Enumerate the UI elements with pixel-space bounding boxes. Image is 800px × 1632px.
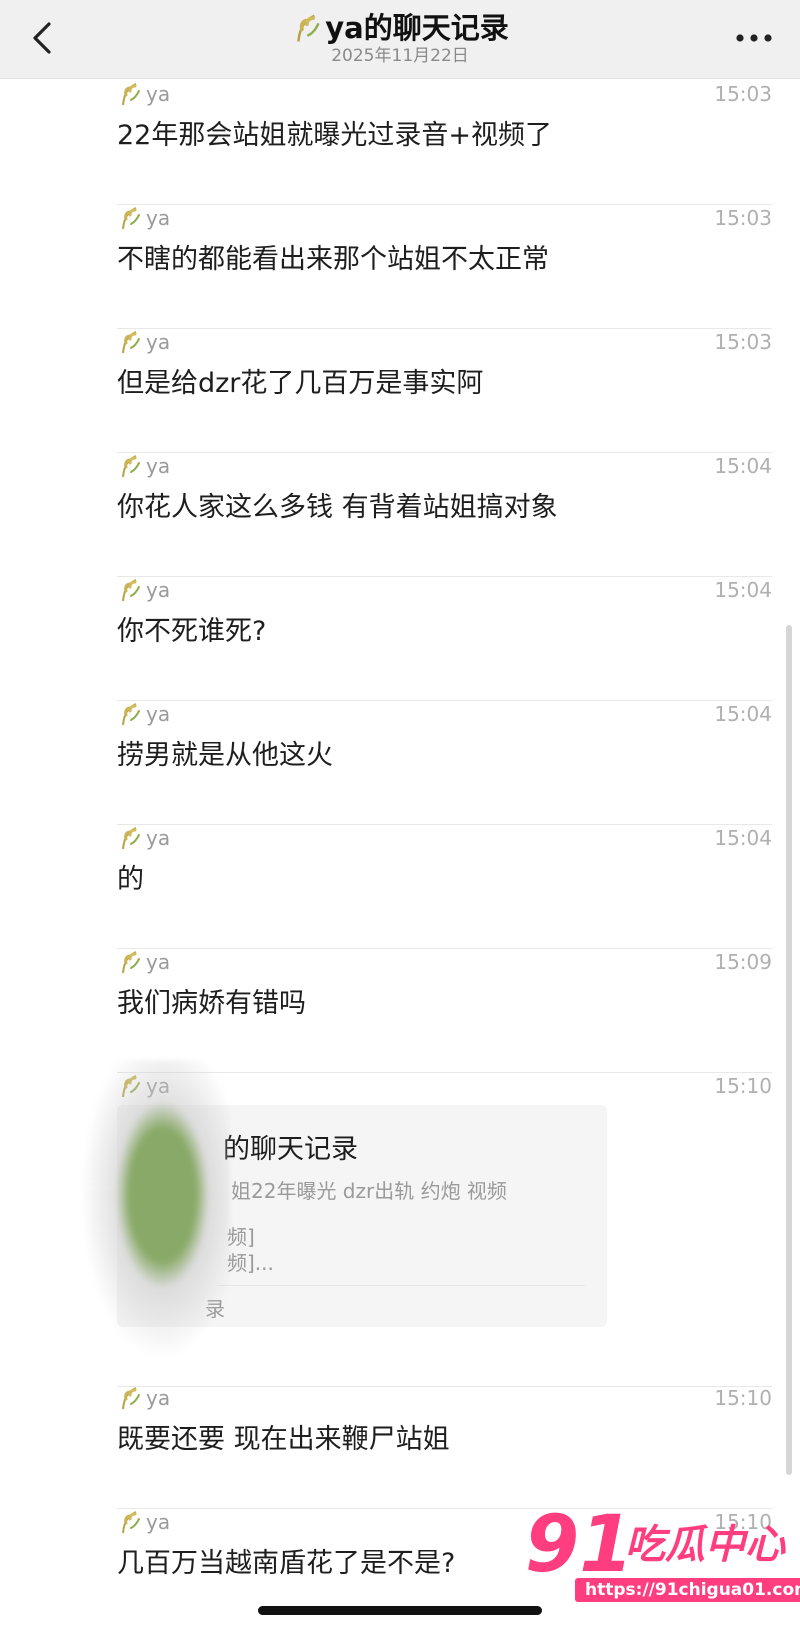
message-time: 15:09 (714, 950, 772, 974)
redaction-blur (80, 1060, 230, 1360)
wheat-icon (122, 1387, 140, 1410)
message-meta: ya (117, 576, 170, 604)
chat-header: ya的聊天记录 2025年11月22日 (0, 0, 800, 79)
sender-name: ya (146, 454, 171, 478)
message-meta: ya (117, 1508, 170, 1536)
message-time: 15:03 (714, 330, 772, 354)
wheat-icon (122, 1511, 140, 1534)
message-time: 15:04 (714, 826, 772, 850)
message-time: 15:10 (714, 1386, 772, 1410)
sender-name: ya (146, 702, 171, 726)
message-text: 我们病娇有错吗 (117, 988, 306, 1019)
message-time: 15:04 (714, 702, 772, 726)
message-time: 15:04 (714, 454, 772, 478)
card-preview-line: 姐22年曝光 dzr出轨 约炮 视频 (231, 1179, 507, 1203)
wheat-icon (122, 455, 140, 478)
watermark-name: 吃瓜中心 (625, 1522, 785, 1568)
message-item[interactable]: ya 15:04 的 (117, 824, 772, 949)
title-text: ya的聊天记录 (325, 11, 509, 45)
message-time: 15:03 (714, 82, 772, 106)
sender-name: ya (146, 330, 171, 354)
title-block: ya的聊天记录 2025年11月22日 (0, 8, 800, 66)
message-text: 你花人家这么多钱 有背着站姐搞对象 (117, 492, 558, 523)
sender-name: ya (146, 82, 171, 106)
watermark-number: 91 (525, 1500, 634, 1590)
message-time: 15:04 (714, 578, 772, 602)
sender-name: ya (146, 206, 171, 230)
more-button[interactable] (726, 20, 782, 56)
message-item[interactable]: ya 15:04 你花人家这么多钱 有背着站姐搞对象 (117, 452, 772, 577)
message-meta: ya (117, 80, 170, 108)
message-text: 不瞎的都能看出来那个站姐不太正常 (117, 244, 549, 275)
message-text: 几百万当越南盾花了是不是? (117, 1548, 456, 1579)
wheat-icon (122, 703, 140, 726)
message-meta: ya (117, 204, 170, 232)
wheat-icon (297, 14, 320, 42)
message-item[interactable]: ya 15:03 但是给dzr花了几百万是事实阿 (117, 328, 772, 453)
wheat-icon (122, 951, 140, 974)
message-meta: ya (117, 700, 170, 728)
message-item[interactable]: ya 15:04 捞男就是从他这火 (117, 700, 772, 825)
sender-name: ya (146, 950, 171, 974)
message-item[interactable]: ya 15:10 既要还要 现在出来鞭尸站姐 (117, 1384, 772, 1509)
message-text: 22年那会站姐就曝光过录音+视频了 (117, 120, 552, 151)
wheat-icon (122, 579, 140, 602)
message-text: 你不死谁死? (117, 616, 267, 647)
site-watermark: 91 吃瓜中心 https://91chigua01.com (525, 1500, 800, 1615)
message-time: 15:03 (714, 206, 772, 230)
message-text: 的 (117, 864, 144, 895)
home-indicator (258, 1606, 542, 1615)
more-horizontal-icon (736, 34, 772, 42)
message-item[interactable]: ya 15:03 不瞎的都能看出来那个站姐不太正常 (117, 204, 772, 329)
message-time: 15:10 (714, 1074, 772, 1098)
message-meta: ya (117, 328, 170, 356)
message-item[interactable]: ya 15:09 我们病娇有错吗 (117, 948, 772, 1073)
sender-name: ya (146, 1510, 171, 1534)
sender-name: ya (146, 1386, 171, 1410)
message-meta: ya (117, 1384, 170, 1412)
message-meta: ya (117, 948, 170, 976)
message-meta: ya (117, 824, 170, 852)
scrollbar[interactable] (786, 625, 792, 1475)
chat-date: 2025年11月22日 (331, 46, 469, 66)
watermark-url: https://91chigua01.com (575, 1578, 800, 1602)
wheat-icon (122, 83, 140, 106)
sender-name: ya (146, 826, 171, 850)
wheat-icon (122, 207, 140, 230)
message-meta: ya (117, 452, 170, 480)
message-item[interactable]: ya 15:04 你不死谁死? (117, 576, 772, 701)
card-preview-line: 频] (227, 1225, 255, 1249)
card-title: 的聊天记录 (223, 1134, 358, 1165)
wheat-icon (122, 827, 140, 850)
card-preview-line: 频]... (227, 1251, 274, 1275)
message-text: 既要还要 现在出来鞭尸站姐 (117, 1424, 450, 1455)
message-item[interactable]: ya 15:03 22年那会站姐就曝光过录音+视频了 (117, 80, 772, 205)
sender-name: ya (146, 578, 171, 602)
message-text: 捞男就是从他这火 (117, 740, 333, 771)
message-text: 但是给dzr花了几百万是事实阿 (117, 368, 484, 399)
page-title: ya的聊天记录 (291, 8, 509, 48)
card-divider (217, 1285, 585, 1286)
wheat-icon (122, 331, 140, 354)
